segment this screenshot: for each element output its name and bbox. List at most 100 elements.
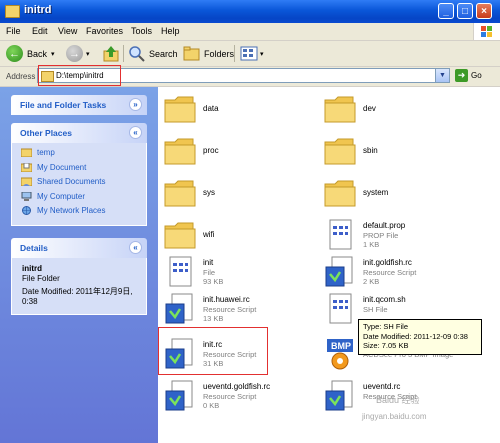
- back-arrow-icon: ←: [6, 45, 23, 62]
- up-folder-button[interactable]: [102, 44, 120, 63]
- place-temp[interactable]: temp: [12, 146, 146, 161]
- menu-favorites[interactable]: Favorites: [86, 26, 123, 36]
- watermark-url: jingyan.baidu.com: [362, 412, 427, 421]
- document-icon: [329, 219, 352, 250]
- close-button[interactable]: ×: [476, 3, 492, 19]
- panel-header[interactable]: Details «: [11, 238, 147, 258]
- menu-edit[interactable]: Edit: [32, 26, 48, 36]
- views-icon: [240, 46, 258, 61]
- place-label: My Computer: [37, 191, 86, 201]
- file-size: 2 KB: [363, 277, 380, 286]
- folder-icon: [5, 5, 20, 18]
- folder-icon: [324, 138, 356, 165]
- details-name: initrd: [22, 264, 42, 273]
- search-button[interactable]: Search: [128, 44, 178, 63]
- collapse-chevron-icon[interactable]: «: [129, 126, 142, 139]
- file-name: sbin: [363, 146, 378, 155]
- menu-bar: File Edit View Favorites Tools Help: [0, 23, 500, 41]
- file-size: 1 KB: [363, 240, 380, 249]
- resource-script-icon: [325, 256, 353, 287]
- init-rc-highlight-box: [158, 327, 268, 375]
- file-name: data: [203, 104, 219, 113]
- collapse-chevron-icon[interactable]: «: [129, 241, 142, 254]
- file-item[interactable]: sbin: [323, 134, 483, 168]
- window-title: initrd: [24, 4, 52, 16]
- folder-icon: [164, 222, 196, 249]
- svg-text:BMP: BMP: [331, 341, 351, 351]
- tooltip-size: Size: 7.05 KB: [363, 341, 409, 350]
- tooltip-modified: Date Modified: 2011-12-09 0:38: [363, 331, 468, 341]
- menu-view[interactable]: View: [58, 26, 77, 36]
- file-item[interactable]: init File 93 KB: [163, 255, 323, 289]
- network-icon: [22, 206, 31, 215]
- place-my-document[interactable]: My Document: [12, 161, 146, 176]
- file-name: init: [203, 258, 214, 267]
- file-item[interactable]: sys: [163, 176, 323, 210]
- file-item[interactable]: init.huawei.rc Resource Script 13 KB: [163, 292, 323, 326]
- file-type: SH File: [363, 305, 388, 314]
- file-item[interactable]: system: [323, 176, 483, 210]
- panel-header[interactable]: Other Places «: [11, 123, 147, 143]
- file-item[interactable]: data: [163, 92, 323, 126]
- watermark: Baidu 经验: [376, 395, 420, 405]
- file-name: default.prop: [363, 221, 406, 230]
- maximize-button[interactable]: □: [457, 3, 473, 19]
- file-item[interactable]: default.prop PROP File 1 KB: [323, 218, 483, 252]
- back-button[interactable]: ← Back ▾: [6, 44, 55, 63]
- file-type: PROP File: [363, 231, 399, 240]
- go-arrow-icon: ➜: [455, 69, 468, 82]
- folder-icon: [324, 96, 356, 123]
- place-my-network-places[interactable]: My Network Places: [12, 204, 146, 219]
- panel-header[interactable]: File and Folder Tasks »: [11, 95, 147, 115]
- place-shared-documents[interactable]: Shared Documents: [12, 175, 146, 190]
- shared-folder-icon: [21, 177, 32, 186]
- file-name: system: [363, 188, 389, 197]
- file-item[interactable]: proc: [163, 134, 323, 168]
- file-info-tooltip: Type: SH File Date Modified: 2011-12-09 …: [358, 319, 482, 355]
- file-type: Resource Script: [363, 268, 417, 277]
- place-label: Shared Documents: [37, 177, 106, 186]
- menu-file[interactable]: File: [6, 26, 21, 36]
- address-highlight-box: [38, 65, 121, 86]
- other-places-panel: Other Places « temp My Document Shared D…: [11, 123, 147, 226]
- place-label: temp: [37, 148, 55, 157]
- file-item[interactable]: init.goldfish.rc Resource Script 2 KB: [323, 255, 483, 289]
- forward-dropdown-icon[interactable]: ▾: [86, 50, 90, 58]
- resource-script-icon: [325, 380, 353, 411]
- file-item[interactable]: dev: [323, 92, 483, 126]
- back-dropdown-icon[interactable]: ▾: [51, 50, 55, 58]
- file-name: dev: [363, 104, 376, 113]
- menu-tools[interactable]: Tools: [131, 26, 152, 36]
- forward-arrow-icon: →: [66, 45, 83, 62]
- title-bar: initrd _ □ ×: [0, 0, 500, 23]
- file-type: Resource Script: [203, 305, 257, 314]
- file-size: 0 KB: [203, 401, 220, 410]
- toolbar: ← Back ▾ → ▾ Search Folders ▾: [0, 41, 500, 67]
- document-icon: [169, 256, 192, 287]
- toolbar-separator: [234, 45, 235, 62]
- forward-button[interactable]: → ▾: [66, 44, 90, 63]
- folders-button[interactable]: Folders: [183, 44, 234, 63]
- place-my-computer[interactable]: My Computer: [12, 190, 146, 205]
- file-type: File: [203, 268, 216, 277]
- collapse-chevron-icon[interactable]: »: [129, 98, 142, 111]
- task-pane: File and Folder Tasks » Other Places « t…: [0, 87, 158, 443]
- views-button[interactable]: ▾: [240, 44, 264, 63]
- file-size: 13 KB: [203, 314, 224, 323]
- file-name: init.goldfish.rc: [363, 258, 412, 267]
- menu-help[interactable]: Help: [161, 26, 180, 36]
- file-item[interactable]: wifi: [163, 218, 323, 252]
- panel-title: File and Folder Tasks: [20, 100, 107, 110]
- toolbar-separator: [123, 45, 124, 62]
- file-name: sys: [203, 188, 215, 197]
- details-modified: Date Modified: 2011年12月9日, 0:38: [22, 287, 133, 306]
- search-label: Search: [149, 48, 178, 59]
- go-button[interactable]: ➜ Go: [455, 69, 482, 82]
- computer-icon: [21, 191, 32, 201]
- address-dropdown-icon[interactable]: ▼: [435, 69, 449, 82]
- views-dropdown-icon: ▾: [260, 50, 264, 58]
- panel-body: initrd File Folder Date Modified: 2011年1…: [11, 258, 147, 315]
- file-name: init.qcom.sh: [363, 295, 406, 304]
- file-item[interactable]: ueventd.goldfish.rc Resource Script 0 KB: [163, 379, 323, 413]
- minimize-button[interactable]: _: [438, 3, 454, 19]
